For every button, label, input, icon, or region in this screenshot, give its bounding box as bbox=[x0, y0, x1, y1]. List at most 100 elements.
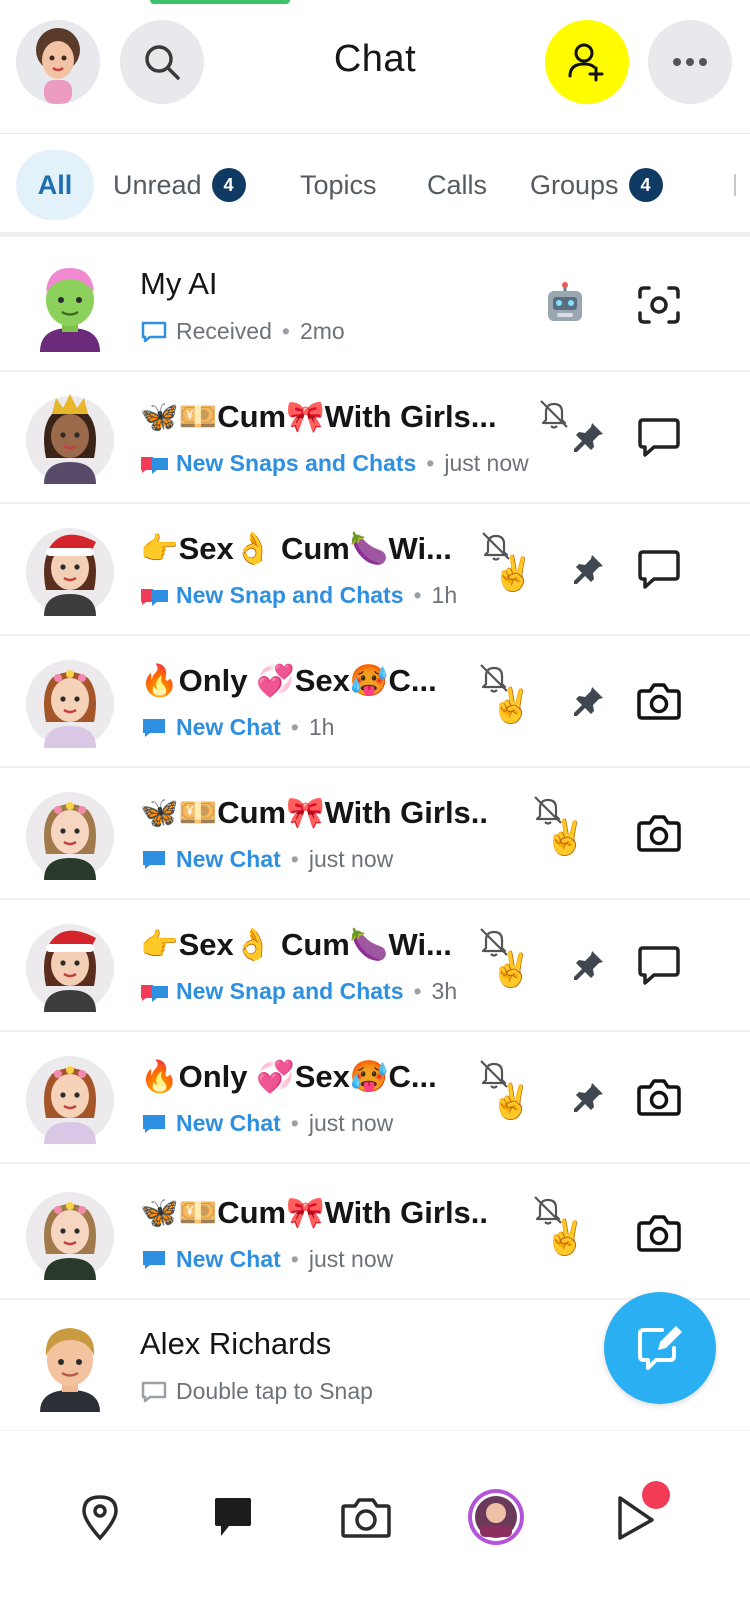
chat-icon[interactable] bbox=[636, 548, 682, 590]
chat-icon[interactable] bbox=[636, 944, 682, 986]
status-text: Received bbox=[176, 318, 272, 344]
alex-avatar-icon bbox=[40, 1328, 100, 1412]
separator-dot: • bbox=[290, 1246, 299, 1272]
bitmoji-avatar-icon bbox=[26, 1056, 114, 1144]
bitmoji-avatar-icon bbox=[26, 660, 114, 748]
bottom-nav bbox=[0, 1430, 750, 1603]
nav-stories[interactable] bbox=[466, 1487, 526, 1547]
status-text: New Chat bbox=[176, 1246, 281, 1272]
status-text: Double tap to Snap bbox=[176, 1378, 373, 1404]
victory-hand-emoji: ✌️ bbox=[492, 555, 535, 593]
chat-status: New Chat • just now bbox=[140, 1246, 393, 1273]
muted-bell-icon bbox=[540, 400, 568, 429]
separator-dot: • bbox=[281, 318, 290, 344]
nav-spotlight[interactable] bbox=[606, 1481, 670, 1547]
chat-name: 🦋💴Cum🎀With Girls... bbox=[140, 399, 497, 434]
chat-status: Double tap to Snap bbox=[140, 1378, 373, 1405]
bitmoji-avatar-icon bbox=[16, 20, 100, 104]
map-pin-icon bbox=[82, 1495, 118, 1541]
pin-icon bbox=[574, 687, 603, 716]
next-tab-edge[interactable] bbox=[734, 174, 736, 196]
chat-name: 🔥Only 💞Sex🥵C... bbox=[140, 663, 437, 698]
snap-and-chat-icon bbox=[141, 984, 168, 1002]
nav-camera[interactable] bbox=[336, 1487, 396, 1547]
victory-hand-emoji: ✌️ bbox=[490, 951, 533, 989]
chat-status: New Chat • 1h bbox=[140, 714, 334, 741]
chat-row[interactable]: 👉Sex👌 Cum🍆Wi... New Snap and Chats • 1h ✌️ bbox=[0, 502, 750, 636]
camera-icon[interactable] bbox=[636, 1212, 682, 1254]
chat-row[interactable]: 🦋💴Cum🎀With Girls.. New Chat • just now ✌️ bbox=[0, 766, 750, 900]
notification-dot bbox=[642, 1481, 670, 1509]
timestamp: just now bbox=[444, 450, 529, 476]
search-button[interactable] bbox=[120, 20, 204, 104]
pin-icon bbox=[574, 423, 603, 452]
chat-row[interactable]: 🦋💴Cum🎀With Girls.. New Chat • just now ✌️ bbox=[0, 1166, 750, 1300]
groups-count-badge: 4 bbox=[628, 168, 663, 202]
separator-dot: • bbox=[413, 978, 422, 1004]
search-icon bbox=[145, 45, 180, 80]
status-text: New Snap and Chats bbox=[176, 582, 404, 608]
chat-row[interactable]: 🔥Only 💞Sex🥵C... New Chat • 1h ✌️ bbox=[0, 634, 750, 768]
timestamp: 2mo bbox=[299, 318, 345, 344]
tab-topics[interactable]: Topics bbox=[300, 150, 377, 220]
chat-icon[interactable] bbox=[636, 416, 682, 458]
camera-icon[interactable] bbox=[636, 680, 682, 722]
camera-icon[interactable] bbox=[636, 812, 682, 854]
nav-map[interactable] bbox=[70, 1487, 130, 1547]
chat-status: Received • 2mo bbox=[140, 318, 345, 345]
ellipsis-icon bbox=[673, 58, 707, 66]
profile-avatar-button[interactable] bbox=[16, 20, 100, 104]
chat-outline-icon bbox=[141, 321, 167, 342]
chat-filled-icon bbox=[143, 1114, 165, 1133]
tab-groups[interactable]: Groups 4 bbox=[530, 150, 663, 220]
chat-filled-icon bbox=[143, 1250, 165, 1269]
unread-count-badge: 4 bbox=[211, 168, 246, 202]
bitmoji-avatar-icon bbox=[26, 792, 114, 880]
header: Chat bbox=[0, 0, 750, 132]
timestamp: 1h bbox=[431, 582, 458, 608]
chat-status: New Snap and Chats • 3h bbox=[140, 978, 457, 1005]
tab-label: Groups bbox=[530, 169, 619, 200]
my-ai-avatar-icon bbox=[40, 268, 100, 352]
add-friend-button[interactable] bbox=[545, 20, 629, 104]
separator-dot: • bbox=[290, 1110, 299, 1136]
chat-bubble-icon bbox=[215, 1498, 251, 1536]
status-text: New Chat bbox=[176, 714, 281, 740]
snap-and-chat-icon bbox=[141, 456, 168, 474]
scan-icon[interactable] bbox=[636, 284, 682, 326]
filter-tabs: All Unread 4 Topics Calls Groups 4 bbox=[0, 133, 750, 237]
status-text: New Chat bbox=[176, 1110, 281, 1136]
stories-icon bbox=[468, 1489, 524, 1545]
more-options-button[interactable] bbox=[648, 20, 732, 104]
camera-icon bbox=[341, 1498, 391, 1538]
chat-row[interactable]: 🦋💴Cum🎀With Girls... New Snaps and Chats • j… bbox=[0, 370, 750, 504]
chat-row[interactable]: 👉Sex👌 Cum🍆Wi... New Snap and Chats • 3h ✌️ bbox=[0, 898, 750, 1032]
nav-chat[interactable] bbox=[203, 1487, 263, 1547]
timestamp: just now bbox=[308, 1110, 394, 1136]
separator-dot: • bbox=[426, 450, 435, 476]
chat-filled-icon bbox=[143, 850, 165, 869]
tab-unread[interactable]: Unread 4 bbox=[113, 150, 246, 220]
chat-row-my-ai[interactable]: My AI Received • 2mo bbox=[0, 238, 750, 372]
tab-all[interactable]: All bbox=[16, 150, 94, 220]
chat-name: 🔥Only 💞Sex🥵C... bbox=[140, 1059, 437, 1094]
robot-icon bbox=[548, 282, 582, 321]
new-chat-button[interactable] bbox=[604, 1292, 716, 1404]
victory-hand-emoji: ✌️ bbox=[490, 1083, 533, 1121]
chat-filled-icon bbox=[143, 718, 165, 737]
separator-dot: • bbox=[290, 846, 299, 872]
chat-name: Alex Richards bbox=[140, 1326, 332, 1361]
chat-status: New Snap and Chats • 1h bbox=[140, 582, 457, 609]
chat-status: New Chat • just now bbox=[140, 846, 393, 873]
separator-dot: • bbox=[413, 582, 422, 608]
chat-name: My AI bbox=[140, 266, 218, 301]
camera-icon[interactable] bbox=[636, 1076, 682, 1118]
chat-name: 👉Sex👌 Cum🍆Wi... bbox=[140, 927, 452, 962]
tab-label: Calls bbox=[427, 169, 488, 200]
chat-status: New Snaps and Chats • just now bbox=[140, 450, 529, 477]
victory-hand-emoji: ✌️ bbox=[544, 1219, 587, 1257]
status-text: New Snap and Chats bbox=[176, 978, 404, 1004]
chat-row[interactable]: 🔥Only 💞Sex🥵C... New Chat • just now ✌️ bbox=[0, 1030, 750, 1164]
chat-name: 🦋💴Cum🎀With Girls.. bbox=[140, 1195, 489, 1230]
tab-calls[interactable]: Calls bbox=[427, 150, 487, 220]
